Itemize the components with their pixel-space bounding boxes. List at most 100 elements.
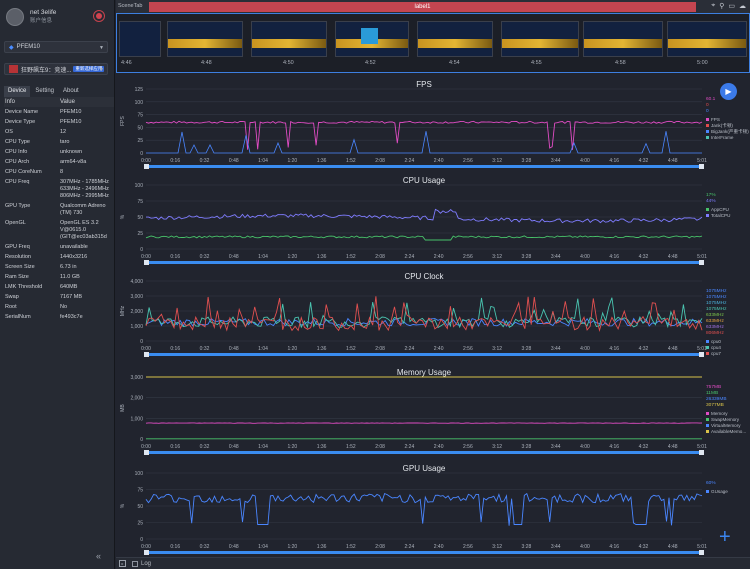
info-key: CPU Freq xyxy=(5,178,30,185)
screenshot-thumbnail[interactable] xyxy=(501,21,579,57)
avatar[interactable] xyxy=(6,8,24,26)
y-tick-label: 3,000 xyxy=(130,375,143,381)
x-tick-label: 3:12 xyxy=(492,346,502,352)
range-slider[interactable] xyxy=(146,353,702,356)
info-key: Device Name xyxy=(5,108,39,115)
log-checkbox[interactable] xyxy=(132,560,138,567)
range-handle-right[interactable] xyxy=(699,450,704,455)
record-button[interactable] xyxy=(93,10,105,22)
range-slider[interactable] xyxy=(146,551,702,554)
legend-item[interactable]: SwapMemory xyxy=(711,417,740,422)
legend-item[interactable]: Jank(卡顿) xyxy=(711,122,733,129)
table-row: Root No xyxy=(4,302,114,312)
info-key: GPU Type xyxy=(5,202,31,209)
legend-value: 26339MB xyxy=(706,396,727,402)
play-button[interactable]: ▶ xyxy=(720,83,737,100)
x-tick-label: 1:20 xyxy=(287,444,297,450)
legend-swatch xyxy=(706,340,709,343)
app-select-value: 狂野飙车9：竞速... xyxy=(21,67,72,74)
log-label: Log xyxy=(141,560,152,567)
legend-item[interactable]: cpu0 xyxy=(711,339,721,344)
screenshot-thumbnail[interactable] xyxy=(119,21,161,57)
legend-value: 1075MHz xyxy=(706,306,727,312)
screenshot-timeline[interactable]: 4:46 4:48 4:50 4:52 4:54 4:55 4:58 5:00 xyxy=(116,13,750,73)
legend-swatch xyxy=(706,430,709,433)
y-tick-label: 75 xyxy=(137,113,143,119)
info-value: 11.0 GB xyxy=(60,273,80,280)
range-handle-right[interactable] xyxy=(699,352,704,357)
x-tick-label: 2:08 xyxy=(375,444,385,450)
legend-item[interactable]: AppCPU xyxy=(711,207,729,212)
tab-device[interactable]: Device xyxy=(4,86,31,97)
range-slider[interactable] xyxy=(146,165,702,168)
chart-1: CPU Usage% 100 75 50 25 00:00 0:16 0:32 0:48 1:04… xyxy=(120,176,730,265)
range-handle-left[interactable] xyxy=(144,164,149,169)
legend-swatch xyxy=(706,352,709,355)
screenshot-thumbnail[interactable] xyxy=(251,21,327,57)
tab-setting[interactable]: Setting xyxy=(31,86,58,97)
legend-item[interactable]: GUsage xyxy=(711,489,728,494)
legend-item[interactable]: VirtualMemory xyxy=(711,423,741,428)
range-handle-left[interactable] xyxy=(144,260,149,265)
x-tick-label: 2:40 xyxy=(434,544,444,550)
legend-item[interactable]: cpu4 xyxy=(711,345,721,350)
screenshot-thumbnail[interactable] xyxy=(583,21,663,57)
info-key: Device Type xyxy=(5,118,36,125)
info-value: OpenGL ES 3.2 V@0615.0 (GIT@ec03ab315d xyxy=(60,219,107,240)
legend-item[interactable]: AvailableMemo... xyxy=(711,429,746,434)
table-row: Ram Size 11.0 GB xyxy=(4,272,114,282)
screenshot-thumbnail[interactable] xyxy=(667,21,747,57)
legend-item[interactable]: InterFrame xyxy=(711,135,734,140)
x-tick-label: 5:01 xyxy=(697,444,707,450)
legend-item[interactable]: cpu7 xyxy=(711,351,721,356)
legend-swatch xyxy=(706,412,709,415)
table-row: Resolution 1440x3216 xyxy=(4,252,114,262)
expand-icon[interactable]: ▸ xyxy=(119,560,126,567)
chart-title: CPU Clock xyxy=(404,272,444,281)
range-handle-left[interactable] xyxy=(144,550,149,555)
screenshot-thumbnail[interactable] xyxy=(417,21,493,57)
chevron-down-icon: ▼ xyxy=(99,45,104,51)
device-select[interactable]: ◆ PFEM10 ▼ xyxy=(4,41,108,53)
x-tick-label: 4:16 xyxy=(609,444,619,450)
pin-icon[interactable]: ⚲ xyxy=(719,2,724,10)
collapse-panel-icon[interactable]: « xyxy=(96,551,101,561)
y-tick-label: 1,000 xyxy=(130,416,143,422)
tab-about[interactable]: About xyxy=(59,86,83,97)
range-handle-right[interactable] xyxy=(699,260,704,265)
x-tick-label: 2:56 xyxy=(463,544,473,550)
device-select-value: PFEM10 xyxy=(16,44,40,50)
x-tick-label: 1:20 xyxy=(287,254,297,260)
range-handle-right[interactable] xyxy=(699,550,704,555)
range-handle-right[interactable] xyxy=(699,164,704,169)
device-info-table: Info Value Device Name PFEM10 Device Type P… xyxy=(4,97,114,322)
legend-item[interactable]: Memory xyxy=(711,411,728,416)
range-handle-left[interactable] xyxy=(144,450,149,455)
y-tick-label: 125 xyxy=(135,87,144,93)
range-handle-left[interactable] xyxy=(144,352,149,357)
legend-item[interactable]: FPS xyxy=(711,117,720,122)
range-slider[interactable] xyxy=(146,261,702,264)
user-subtitle[interactable]: 账户信息 xyxy=(30,17,56,26)
scene-tab-label[interactable]: SceneTab xyxy=(118,3,142,9)
info-value: 7167 MB xyxy=(60,293,83,300)
series-line xyxy=(145,492,703,526)
screenshot-thumbnail[interactable] xyxy=(167,21,243,57)
screenshot-thumbnail[interactable] xyxy=(335,21,409,57)
range-slider[interactable] xyxy=(146,451,702,454)
legend-value: 0 xyxy=(706,108,709,114)
x-tick-label: 1:04 xyxy=(258,158,268,164)
legend-item[interactable]: BigJank(严重卡顿) xyxy=(711,128,749,135)
add-chart-icon[interactable]: + xyxy=(719,527,731,547)
cloud-icon[interactable]: ☁ xyxy=(739,2,746,10)
app-select[interactable]: 狂野飙车9：竞速... 重新选择应用 ▼ xyxy=(4,63,108,75)
info-value: 640MB xyxy=(60,283,78,290)
table-header: Info Value xyxy=(4,97,114,107)
label-bar[interactable]: label1 xyxy=(149,2,696,12)
table-row: LMK Threshold 640MB xyxy=(4,282,114,292)
legend-item[interactable]: TotalCPU xyxy=(711,213,730,218)
folder-icon[interactable]: ▭ xyxy=(728,2,735,10)
location-icon[interactable]: ⌖ xyxy=(711,2,715,10)
y-axis-label: % xyxy=(120,503,126,508)
legend-value: 1075MHz xyxy=(706,294,727,300)
